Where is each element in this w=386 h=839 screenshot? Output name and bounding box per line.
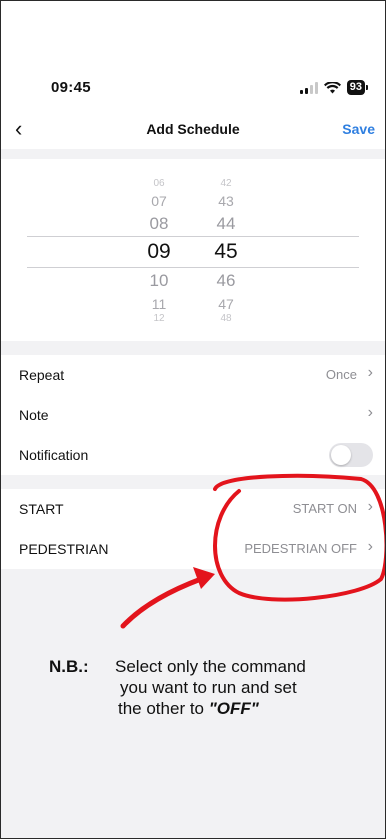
annotation-arrow-shaft bbox=[120, 576, 204, 629]
instruction-line-text: the other to bbox=[118, 699, 205, 718]
instruction-line: Select only the command bbox=[115, 657, 306, 676]
instruction-line: you want to run and set bbox=[120, 678, 297, 697]
nb-label: N.B.: bbox=[49, 657, 89, 676]
screenshot-frame: 09:45 93 ‹ Add Schedule Save 06 07 08 09… bbox=[0, 0, 386, 839]
instruction-line: the other to "OFF" bbox=[115, 698, 355, 719]
annotation-circle bbox=[213, 473, 385, 602]
instruction-text: Select only the command you want to run … bbox=[115, 656, 355, 719]
off-emphasis: "OFF" bbox=[208, 699, 259, 718]
annotation-arrow-head bbox=[193, 567, 215, 589]
